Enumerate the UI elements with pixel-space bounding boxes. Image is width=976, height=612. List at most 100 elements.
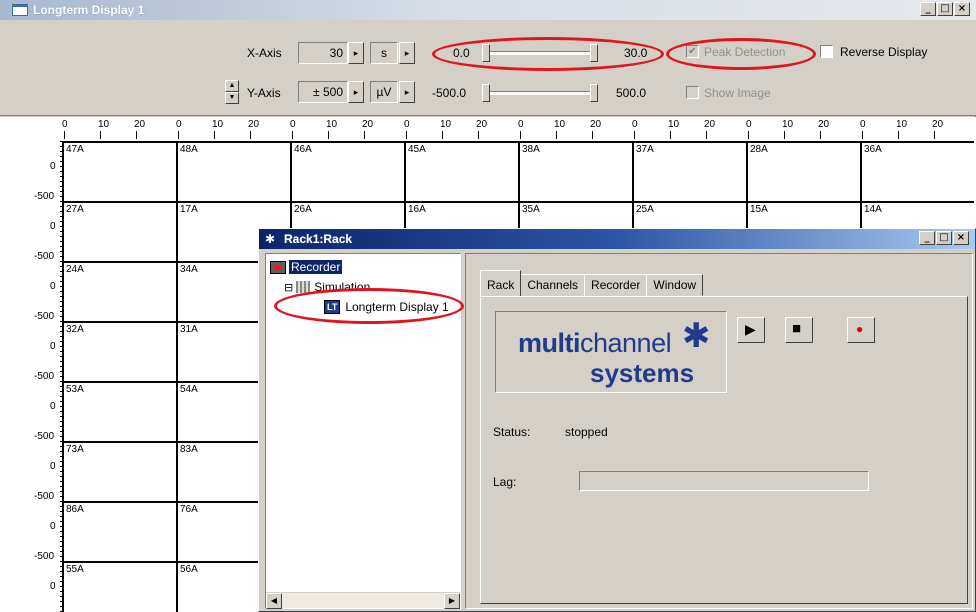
y-tick-label: 0 <box>50 581 56 592</box>
x-tick-mark <box>634 131 635 139</box>
y-axis-up-arrow[interactable]: ▲ <box>225 80 239 92</box>
y-tick-label: -500 <box>34 311 55 322</box>
y-axis-updown[interactable]: ▲ ▼ <box>225 80 239 104</box>
x-tick-label: 10 <box>668 119 680 130</box>
y-axis-down-arrow[interactable]: ▼ <box>225 92 239 104</box>
x-tick-label: 0 <box>632 119 638 130</box>
scroll-left-arrow[interactable]: ◀ <box>266 593 282 609</box>
minimize-button[interactable]: _ <box>920 2 936 16</box>
x-tick-mark <box>442 131 443 139</box>
stop-icon: ■ <box>792 320 802 337</box>
channel-label: 56A <box>180 564 198 575</box>
tab-window[interactable]: Window <box>646 274 704 296</box>
channel-cell[interactable]: 47A <box>62 141 176 201</box>
channel-label: 47A <box>66 144 84 155</box>
channel-cell[interactable]: 73A <box>62 441 176 501</box>
x-tick-mark <box>328 131 329 139</box>
y-range-min-thumb[interactable] <box>482 84 490 102</box>
tab-recorder[interactable]: Recorder <box>584 274 648 296</box>
annotation-ellipse-peak-detection <box>666 38 816 70</box>
status-label: Status: <box>493 425 531 439</box>
channel-cell[interactable]: 53A <box>62 381 176 441</box>
y-range-min: -500.0 <box>432 86 467 100</box>
stop-button[interactable]: ■ <box>785 317 813 343</box>
x-axis-unit-field[interactable]: s <box>370 42 398 64</box>
channel-cell[interactable]: 32A <box>62 321 176 381</box>
status-value: stopped <box>565 425 608 439</box>
logo-line1: multichannel <box>518 328 672 358</box>
channel-cell[interactable]: 27A <box>62 201 176 261</box>
annotation-ellipse-x-range <box>432 37 664 71</box>
tree-horizontal-scrollbar[interactable]: ◀ ▶ <box>266 592 460 609</box>
tree-item-recorder[interactable]: Recorder <box>270 260 343 274</box>
x-tick-label: 10 <box>896 119 908 130</box>
x-tick-mark <box>592 131 593 139</box>
channel-label: 37A <box>636 144 654 155</box>
tab-rack[interactable]: Rack <box>480 270 522 296</box>
x-tick-label: 20 <box>362 119 374 130</box>
y-axis-unit-spin[interactable]: ▸ <box>399 81 415 103</box>
maximize-button[interactable]: □ <box>937 2 953 16</box>
x-tick-mark <box>250 131 251 139</box>
tree-item-recorder-label: Recorder <box>289 260 343 274</box>
channel-cell[interactable]: 48A <box>176 141 290 201</box>
channel-cell[interactable]: 46A <box>290 141 404 201</box>
recorder-icon <box>270 260 286 274</box>
rack-maximize-button[interactable]: □ <box>936 231 952 245</box>
y-tick-label: 0 <box>50 221 56 232</box>
x-tick-label: 20 <box>818 119 830 130</box>
channel-cell[interactable]: 28A <box>746 141 860 201</box>
reverse-display-checkbox[interactable] <box>820 45 833 58</box>
channel-cell[interactable]: 36A <box>860 141 974 201</box>
play-icon: ▶ <box>745 321 756 337</box>
channel-label: 26A <box>294 204 312 215</box>
y-axis-unit-field[interactable]: µV <box>370 81 398 103</box>
x-tick-label: 20 <box>134 119 146 130</box>
x-tick-label: 20 <box>590 119 602 130</box>
y-axis-label: Y-Axis <box>247 86 281 100</box>
y-tick-label: -500 <box>34 551 55 562</box>
rack-titlebar[interactable]: ✱ Rack1:Rack _ □ × <box>259 229 975 249</box>
show-image-checkbox[interactable] <box>686 86 699 99</box>
tab-channels[interactable]: Channels <box>520 274 586 296</box>
scroll-right-arrow[interactable]: ▶ <box>444 593 460 609</box>
channel-cell[interactable]: 24A <box>62 261 176 321</box>
x-tick-label: 10 <box>440 119 452 130</box>
channel-cell[interactable]: 86A <box>62 501 176 561</box>
x-axis-value-spin[interactable]: ▸ <box>348 42 364 64</box>
channel-label: 24A <box>66 264 84 275</box>
tree-collapse-icon[interactable]: ⊟ <box>284 281 293 294</box>
channel-label: 46A <box>294 144 312 155</box>
channel-label: 83A <box>180 444 198 455</box>
rack-close-button[interactable]: × <box>953 231 969 245</box>
rack-minimize-button[interactable]: _ <box>919 231 935 245</box>
main-titlebar[interactable]: Longterm Display 1 _ □ × <box>0 0 976 20</box>
y-tick-label: 0 <box>50 281 56 292</box>
y-tick-label: 0 <box>50 461 56 472</box>
y-axis-value-spin[interactable]: ▸ <box>348 81 364 103</box>
main-caption-buttons: _ □ × <box>919 2 970 16</box>
x-tick-label: 0 <box>746 119 752 130</box>
play-button[interactable]: ▶ <box>737 317 765 343</box>
x-tick-label: 20 <box>932 119 944 130</box>
lag-progress-bar <box>579 471 869 491</box>
channel-cell[interactable]: 45A <box>404 141 518 201</box>
y-tick-label: 0 <box>50 161 56 172</box>
x-tick-mark <box>520 131 521 139</box>
x-axis-value-field[interactable]: 30 <box>298 42 348 64</box>
channel-label: 45A <box>408 144 426 155</box>
channel-label: 14A <box>864 204 882 215</box>
y-axis-value-field[interactable]: ± 500 <box>298 81 348 103</box>
channel-cell[interactable]: 38A <box>518 141 632 201</box>
y-range-track <box>486 91 594 95</box>
y-range-max-thumb[interactable] <box>590 84 598 102</box>
y-range-slider[interactable] <box>482 82 600 104</box>
rack-tabs: Rack Channels Recorder Window <box>480 270 704 296</box>
channel-cell[interactable]: 37A <box>632 141 746 201</box>
record-button[interactable]: ● <box>847 317 875 343</box>
close-button[interactable]: × <box>954 2 970 16</box>
channel-label: 34A <box>180 264 198 275</box>
channel-cell[interactable]: 55A <box>62 561 176 612</box>
y-tick-label: -500 <box>34 251 55 262</box>
x-axis-unit-spin[interactable]: ▸ <box>399 42 415 64</box>
